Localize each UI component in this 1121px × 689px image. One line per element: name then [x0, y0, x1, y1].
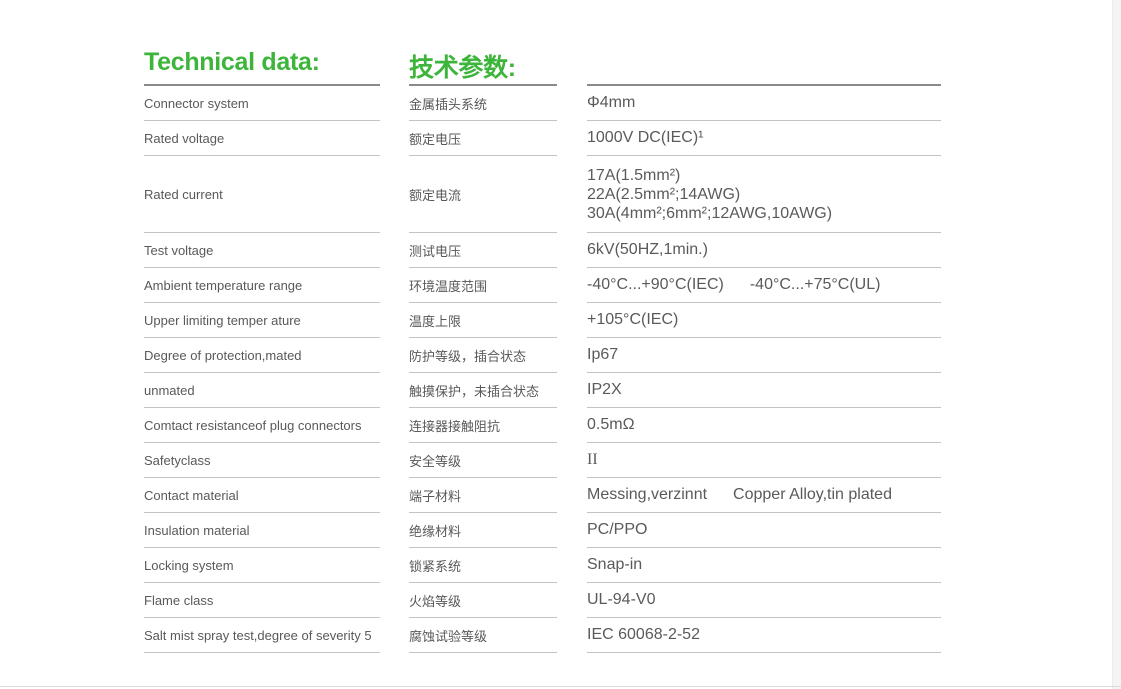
param-name-en: Flame class: [144, 583, 380, 618]
param-name-en: Contact material: [144, 478, 380, 513]
param-name-cn: 防护等级，插合状态: [409, 338, 557, 373]
param-name-en: unmated: [144, 373, 380, 408]
value-de: Messing,verzinnt: [587, 486, 708, 503]
param-name-en: Connector system: [144, 86, 380, 121]
table-row: Locking system 锁紧系统 Snap-in: [0, 548, 1121, 583]
table-row: Test voltage 测试电压 6kV(50HZ,1min.): [0, 233, 1121, 268]
param-value: 1000V DC(IEC)¹: [587, 121, 941, 156]
table-row: Connector system 金属插头系统 Φ4mm: [0, 86, 1121, 121]
param-value: Messing,verzinnt Copper Alloy,tin plated: [587, 478, 941, 513]
value-line: 17A(1.5mm²): [587, 166, 681, 184]
param-value: 6kV(50HZ,1min.): [587, 233, 941, 268]
param-name-cn: 绝缘材料: [409, 513, 557, 548]
param-name-cn: 腐蚀试验等级: [409, 618, 557, 653]
table-row: Degree of protection,mated 防护等级，插合状态 Ip6…: [0, 338, 1121, 373]
param-name-cn: 端子材料: [409, 478, 557, 513]
param-name-en: Salt mist spray test,degree of severity …: [144, 618, 380, 653]
param-name-cn: 触摸保护，未插合状态: [409, 373, 557, 408]
param-name-cn: 温度上限: [409, 303, 557, 338]
param-name-en: Degree of protection,mated: [144, 338, 380, 373]
param-value: Φ4mm: [587, 86, 941, 121]
param-value: IP2X: [587, 373, 941, 408]
param-name-en: Test voltage: [144, 233, 380, 268]
table-row: Salt mist spray test,degree of severity …: [0, 618, 1121, 653]
param-value: +105°C(IEC): [587, 303, 941, 338]
param-name-cn: 火焰等级: [409, 583, 557, 618]
table-row: Ambient temperature range 环境温度范围 -40°C..…: [0, 268, 1121, 303]
spec-table: Connector system 金属插头系统 Φ4mm Rated volta…: [0, 86, 1121, 653]
param-name-cn: 测试电压: [409, 233, 557, 268]
param-value: -40°C...+90°C(IEC) -40°C...+75°C(UL): [587, 268, 941, 303]
param-name-cn: 连接器接触阻抗: [409, 408, 557, 443]
param-value: II: [587, 443, 941, 478]
param-value: 0.5mΩ: [587, 408, 941, 443]
table-row: Flame class 火焰等级 UL-94-V0: [0, 583, 1121, 618]
param-name-cn: 安全等级: [409, 443, 557, 478]
value-ul: -40°C...+75°C(UL): [749, 276, 881, 293]
param-name-en: Locking system: [144, 548, 380, 583]
param-value: 17A(1.5mm²) 22A(2.5mm²;14AWG) 30A(4mm²;6…: [587, 156, 941, 233]
table-row: Contact material 端子材料 Messing,verzinnt Co…: [0, 478, 1121, 513]
param-name-cn: 金属插头系统: [409, 86, 557, 121]
param-value: Ip67: [587, 338, 941, 373]
param-name-en: Comtact resistanceof plug connectors: [144, 408, 380, 443]
param-value: Snap-in: [587, 548, 941, 583]
param-name-cn: 额定电压: [409, 121, 557, 156]
value-line: 30A(4mm²;6mm²;12AWG,10AWG): [587, 204, 833, 222]
title-english: Technical data:: [144, 48, 320, 76]
table-row: Comtact resistanceof plug connectors 连接器…: [0, 408, 1121, 443]
value-iec: -40°C...+90°C(IEC): [587, 276, 724, 293]
param-name-cn: 额定电流: [409, 156, 557, 233]
param-name-en: Rated voltage: [144, 121, 380, 156]
value-line: 22A(2.5mm²;14AWG): [587, 185, 741, 203]
param-value: UL-94-V0: [587, 583, 941, 618]
param-name-en: Rated current: [144, 156, 380, 233]
table-row: Rated voltage 额定电压 1000V DC(IEC)¹: [0, 121, 1121, 156]
param-name-en: Safetyclass: [144, 443, 380, 478]
table-row: Safetyclass 安全等级 II: [0, 443, 1121, 478]
param-value: IEC 60068-2-52: [587, 618, 941, 653]
param-name-cn: 环境温度范围: [409, 268, 557, 303]
param-value: PC/PPO: [587, 513, 941, 548]
value-en: Copper Alloy,tin plated: [733, 486, 892, 503]
title-chinese: 技术参数:: [409, 54, 516, 82]
table-row: Insulation material 绝缘材料 PC/PPO: [0, 513, 1121, 548]
table-row: Rated current 额定电流 17A(1.5mm²) 22A(2.5mm…: [0, 156, 1121, 233]
param-name-en: Upper limiting temper ature: [144, 303, 380, 338]
param-name-en: Ambient temperature range: [144, 268, 380, 303]
param-name-cn: 锁紧系统: [409, 548, 557, 583]
param-name-en: Insulation material: [144, 513, 380, 548]
table-row: Upper limiting temper ature 温度上限 +105°C(…: [0, 303, 1121, 338]
table-row: unmated 触摸保护，未插合状态 IP2X: [0, 373, 1121, 408]
page-bottom-rule: [0, 686, 1121, 687]
